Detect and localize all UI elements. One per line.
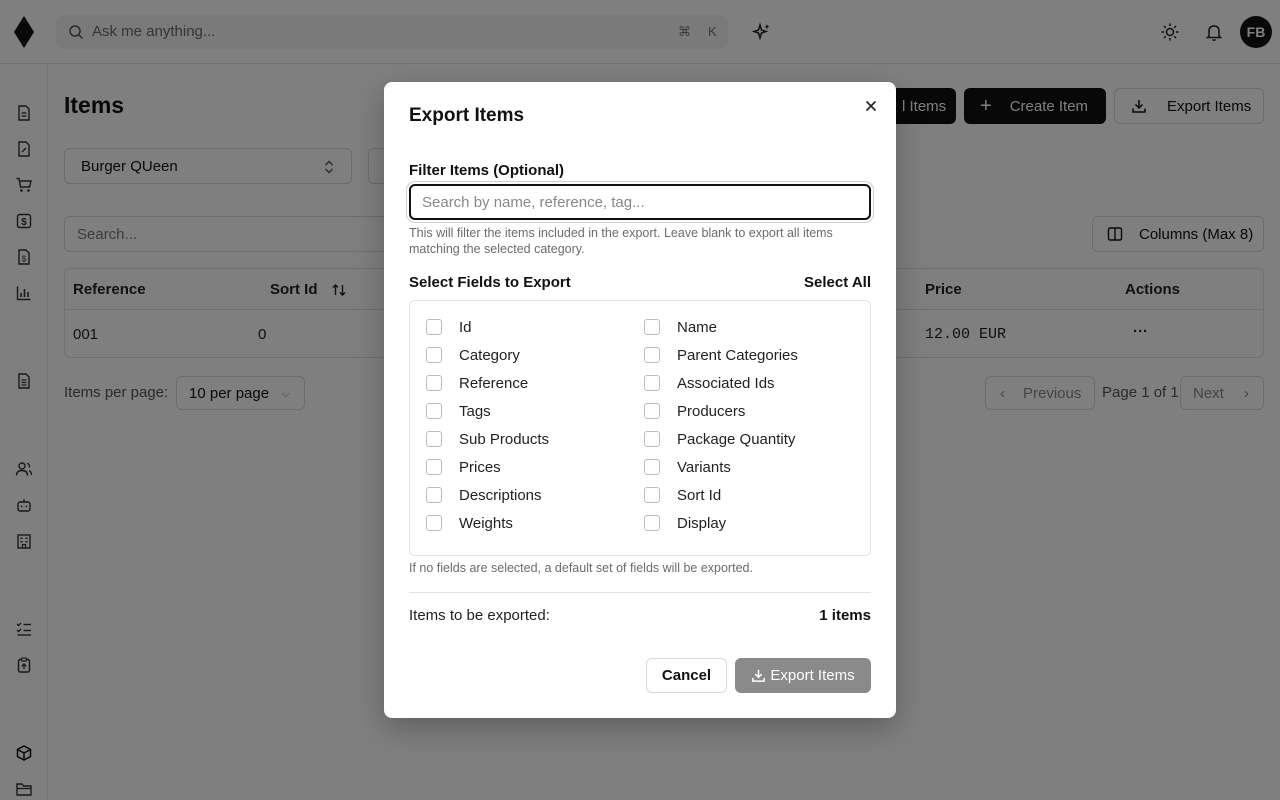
field-checkbox-descriptions[interactable]: Descriptions	[426, 485, 542, 505]
checkbox[interactable]	[426, 487, 442, 503]
field-checkbox-variants[interactable]: Variants	[644, 457, 731, 477]
field-label: Variants	[677, 458, 731, 476]
field-checkbox-display[interactable]: Display	[644, 513, 726, 533]
checkbox[interactable]	[644, 515, 660, 531]
field-label: Producers	[677, 402, 746, 420]
export-count-label: Items to be exported:	[409, 607, 550, 624]
field-label: Reference	[459, 374, 529, 392]
checkbox[interactable]	[426, 515, 442, 531]
fields-note: If no fields are selected, a default set…	[409, 561, 753, 575]
field-checkbox-sub-products[interactable]: Sub Products	[426, 429, 549, 449]
checkbox[interactable]	[426, 431, 442, 447]
export-items-button[interactable]: Export Items	[735, 658, 871, 693]
field-label: Associated Ids	[677, 374, 775, 392]
field-checkbox-sort-id[interactable]: Sort Id	[644, 485, 721, 505]
select-all-button[interactable]: Select All	[804, 274, 871, 291]
checkbox[interactable]	[426, 319, 442, 335]
field-checkbox-associated-ids[interactable]: Associated Ids	[644, 373, 775, 393]
field-checkbox-id[interactable]: Id	[426, 317, 472, 337]
divider	[409, 592, 871, 593]
field-label: Display	[677, 514, 727, 532]
export-count-value: 1 items	[819, 607, 871, 624]
field-label: Prices	[459, 458, 501, 476]
field-checkbox-producers[interactable]: Producers	[644, 401, 745, 421]
field-checkbox-tags[interactable]: Tags	[426, 401, 491, 421]
field-label: Descriptions	[459, 486, 542, 504]
field-label: Parent Categories	[677, 346, 798, 364]
fields-list: Id Category Reference Tags Sub Products …	[409, 300, 871, 556]
field-checkbox-weights[interactable]: Weights	[426, 513, 513, 533]
filter-help-text: This will filter the items included in t…	[409, 226, 833, 256]
checkbox[interactable]	[426, 375, 442, 391]
checkbox[interactable]	[426, 347, 442, 363]
field-checkbox-category[interactable]: Category	[426, 345, 520, 365]
field-label: Tags	[459, 402, 491, 420]
checkbox[interactable]	[644, 431, 660, 447]
checkbox[interactable]	[644, 347, 660, 363]
checkbox[interactable]	[644, 459, 660, 475]
export-items-label: Export Items	[770, 667, 855, 684]
field-label: Sort Id	[677, 486, 722, 504]
checkbox[interactable]	[644, 375, 660, 391]
field-label: Category	[459, 346, 520, 364]
checkbox[interactable]	[426, 403, 442, 419]
checkbox[interactable]	[644, 403, 660, 419]
cancel-button[interactable]: Cancel	[646, 658, 727, 693]
filter-items-input[interactable]	[409, 184, 871, 220]
field-label: Weights	[459, 514, 513, 532]
field-checkbox-prices[interactable]: Prices	[426, 457, 501, 477]
download-icon	[752, 669, 766, 682]
checkbox[interactable]	[426, 459, 442, 475]
field-checkbox-reference[interactable]: Reference	[426, 373, 528, 393]
checkbox[interactable]	[644, 319, 660, 335]
filter-items-label: Filter Items (Optional)	[409, 162, 565, 179]
field-label: Sub Products	[459, 430, 550, 448]
dialog-title: Export Items	[409, 105, 525, 126]
export-items-dialog: Export Items Filter Items (Optional) Thi…	[384, 82, 896, 718]
close-icon[interactable]	[863, 98, 879, 114]
fields-label: Select Fields to Export	[409, 274, 571, 291]
checkbox[interactable]	[644, 487, 660, 503]
field-label: Name	[677, 318, 718, 336]
field-checkbox-parent-categories[interactable]: Parent Categories	[644, 345, 798, 365]
field-checkbox-name[interactable]: Name	[644, 317, 717, 337]
field-checkbox-package-quantity[interactable]: Package Quantity	[644, 429, 795, 449]
field-label: Package Quantity	[677, 430, 796, 448]
field-label: Id	[459, 318, 472, 336]
